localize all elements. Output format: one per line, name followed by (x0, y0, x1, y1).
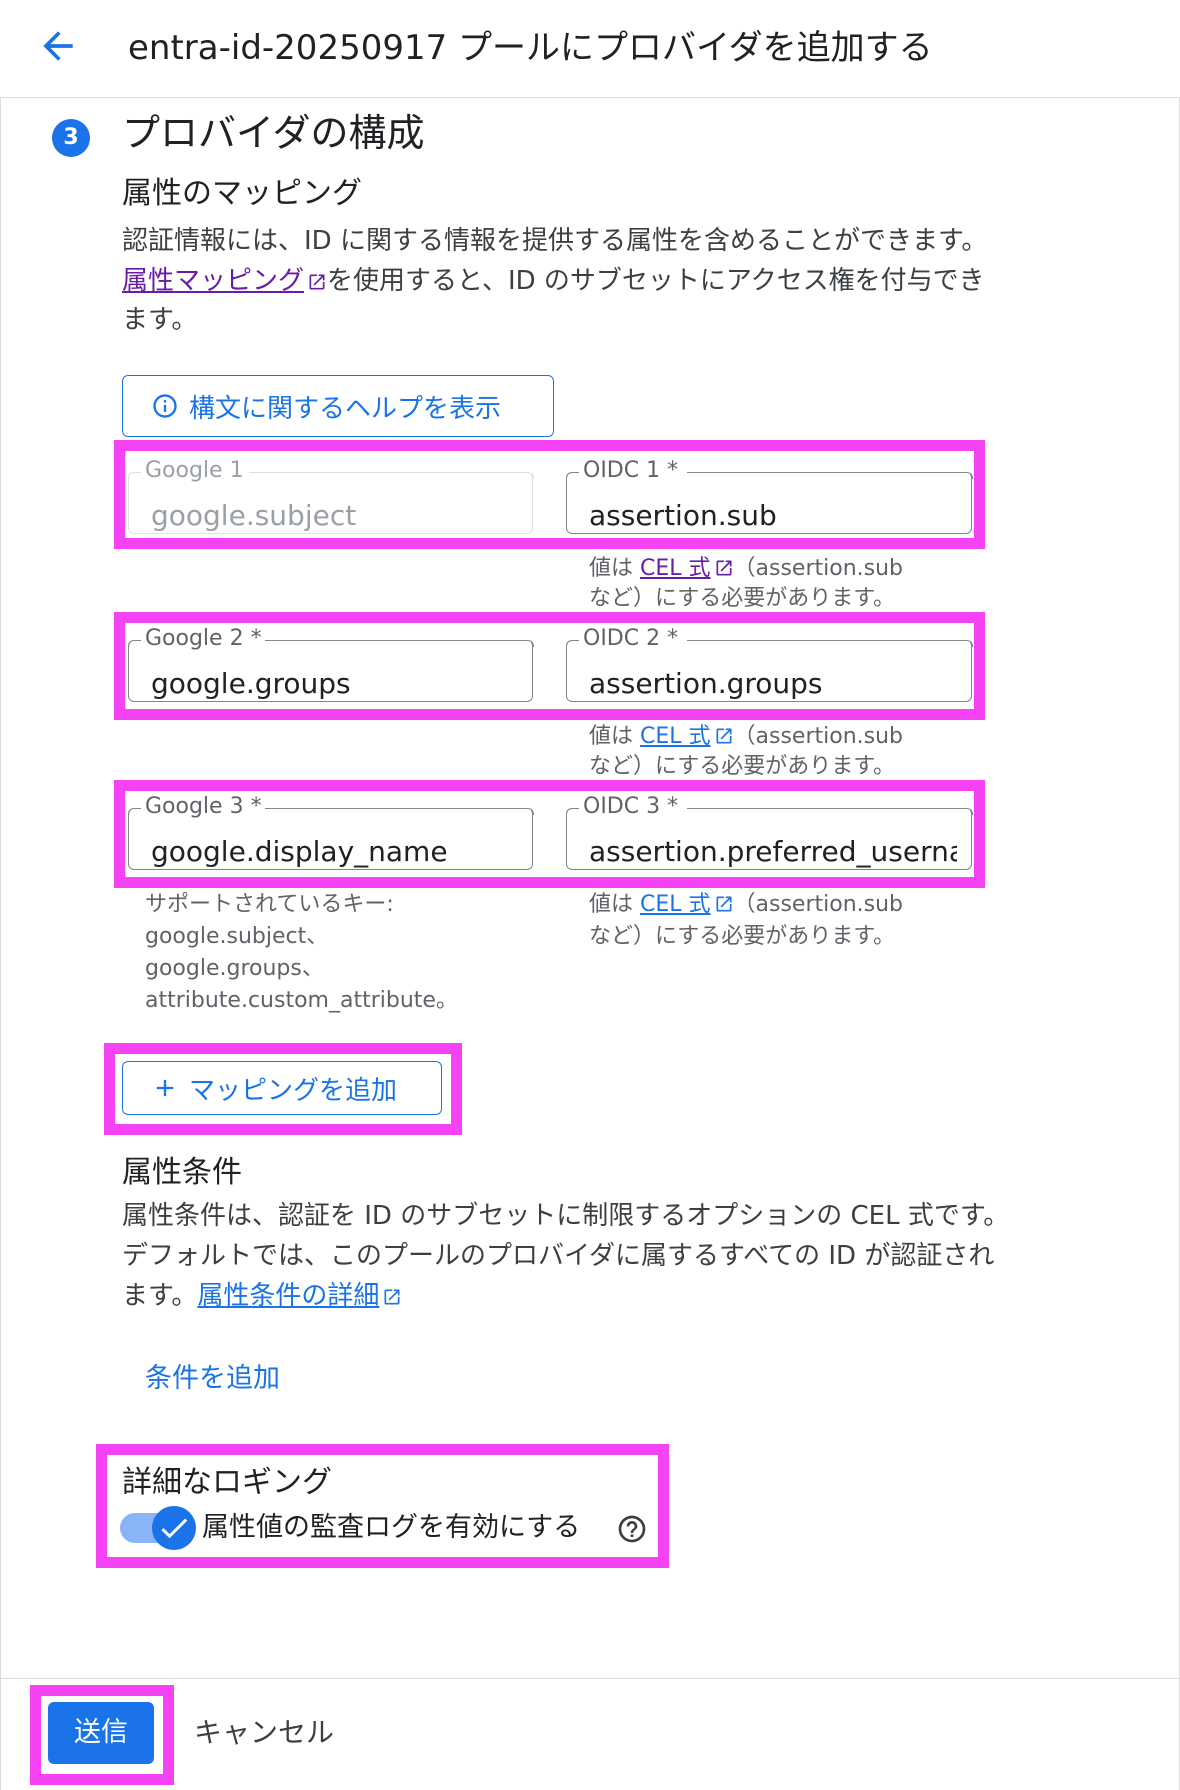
cel-expression-link[interactable]: CEL 式 (640, 724, 711, 749)
attribute-condition-desc-line2: デフォルトでは、このプールのプロバイダに属するすべての ID が認証され (122, 1241, 995, 1271)
attribute-condition-desc-line3: ます。属性条件の詳細 (122, 1277, 402, 1318)
oidc-3-input[interactable]: OIDC 3 * assertion.preferred_usernam (565, 794, 973, 870)
oidc-1-hint-line2: など）にする必要があります。 (589, 586, 896, 611)
oidc-1-input[interactable]: OIDC 1 * assertion.sub (565, 458, 973, 534)
google-3-value: google.display_name (151, 835, 448, 868)
attribute-mapping-desc-line2: 属性マッピング を使用すると、ID のサブセットにアクセス権を付与でき (122, 262, 985, 303)
add-condition-button[interactable]: 条件を追加 (145, 1360, 280, 1398)
oidc-3-label: OIDC 3 * (583, 794, 679, 819)
back-button[interactable] (36, 24, 80, 68)
footer-divider (0, 1678, 1180, 1679)
check-icon (161, 1518, 188, 1539)
cancel-button[interactable]: キャンセル (194, 1712, 334, 1754)
google-1-value: google.subject (151, 499, 357, 532)
help-circle-icon[interactable] (616, 1513, 648, 1545)
google-1-field: Google 1 google.subject (127, 458, 534, 534)
attribute-mapping-desc-line1: 認証情報には、ID に関する情報を提供する属性を含めることができます。 (122, 226, 988, 256)
google-2-value: google.groups (151, 667, 351, 700)
oidc-2-hint-line1: 値は CEL 式（assertion.sub (589, 722, 903, 755)
arrow-back-icon (43, 31, 73, 61)
page-title: entra-id-20250917 プールにプロバイダを追加する (128, 28, 933, 68)
oidc-2-value: assertion.groups (589, 667, 823, 700)
step-number-badge: 3 (52, 119, 90, 157)
oidc-3-value: assertion.preferred_usernam (589, 835, 957, 868)
google-3-label: Google 3 * (145, 794, 262, 819)
add-mapping-label: マッピングを追加 (189, 1075, 398, 1106)
google-3-input[interactable]: Google 3 * google.display_name (127, 794, 534, 870)
google-1-label: Google 1 (145, 458, 244, 483)
attribute-mapping-desc-rest: を使用すると、ID のサブセットにアクセス権を付与でき (327, 266, 985, 296)
cel-expression-link[interactable]: CEL 式 (640, 556, 711, 581)
supported-keys-line1: サポートされているキー: (145, 892, 394, 917)
attribute-mapping-heading: 属性のマッピング (122, 176, 362, 211)
toggle-knob (152, 1506, 196, 1550)
external-link-icon (382, 1280, 402, 1318)
google-2-input[interactable]: Google 2 * google.groups (127, 626, 534, 702)
oidc-2-label: OIDC 2 * (583, 626, 679, 651)
external-link-icon (307, 265, 327, 303)
oidc-3-hint-line2: など）にする必要があります。 (589, 924, 896, 949)
audit-log-toggle[interactable] (120, 1506, 196, 1550)
oidc-2-input[interactable]: OIDC 2 * assertion.groups (565, 626, 973, 702)
submit-button[interactable]: 送信 (48, 1702, 154, 1764)
oidc-3-hint-line1: 値は CEL 式（assertion.sub (589, 890, 903, 923)
audit-log-toggle-label: 属性値の監査ログを有効にする (202, 1512, 581, 1543)
attribute-mapping-desc-line3: ます。 (122, 305, 198, 335)
info-icon (153, 394, 177, 418)
external-link-icon (714, 557, 734, 587)
attribute-condition-desc-line1: 属性条件は、認証を ID のサブセットに制限するオプションの CEL 式です。 (122, 1201, 1010, 1231)
syntax-help-button[interactable]: 構文に関するヘルプを表示 (122, 375, 554, 437)
google-2-label: Google 2 * (145, 626, 262, 651)
plus-icon (156, 1079, 174, 1097)
attribute-condition-details-link[interactable]: 属性条件の詳細 (197, 1281, 379, 1311)
syntax-help-label: 構文に関するヘルプを表示 (189, 393, 502, 424)
external-link-icon (714, 725, 734, 755)
oidc-1-value: assertion.sub (589, 499, 777, 532)
attribute-mapping-link[interactable]: 属性マッピング (122, 266, 304, 296)
external-link-icon (714, 893, 734, 923)
supported-keys-line2: google.subject、 (145, 924, 329, 949)
supported-keys-line4: attribute.custom_attribute。 (145, 988, 458, 1013)
attribute-condition-heading: 属性条件 (122, 1155, 242, 1190)
page-header: entra-id-20250917 プールにプロバイダを追加する (0, 0, 1180, 98)
supported-keys-line3: google.groups、 (145, 956, 324, 981)
oidc-2-hint-line2: など）にする必要があります。 (589, 754, 896, 779)
oidc-1-label: OIDC 1 * (583, 458, 679, 483)
step-title: プロバイダの構成 (122, 111, 425, 155)
add-mapping-button[interactable]: マッピングを追加 (122, 1061, 442, 1115)
logging-heading: 詳細なロギング (122, 1465, 332, 1500)
cel-expression-link[interactable]: CEL 式 (640, 892, 711, 917)
oidc-1-hint-line1: 値は CEL 式（assertion.sub (589, 554, 903, 587)
